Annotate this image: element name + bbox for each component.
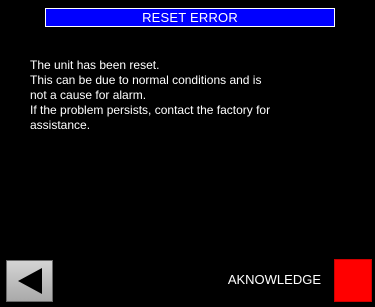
page-title: RESET ERROR xyxy=(142,10,238,25)
message-line: This can be due to normal conditions and… xyxy=(30,73,262,87)
message-line: not a cause for alarm. xyxy=(30,88,147,102)
message-body: The unit has been reset. This can be due… xyxy=(30,58,360,133)
message-line: The unit has been reset. xyxy=(30,58,160,72)
acknowledge-button[interactable] xyxy=(334,259,372,302)
title-bar: RESET ERROR xyxy=(45,8,335,27)
left-triangle-icon xyxy=(17,268,42,294)
message-line: If the problem persists, contact the fac… xyxy=(30,103,271,117)
acknowledge-label: AKNOWLEDGE xyxy=(227,272,321,287)
message-line: assistance. xyxy=(30,118,91,132)
back-button[interactable] xyxy=(6,260,53,302)
